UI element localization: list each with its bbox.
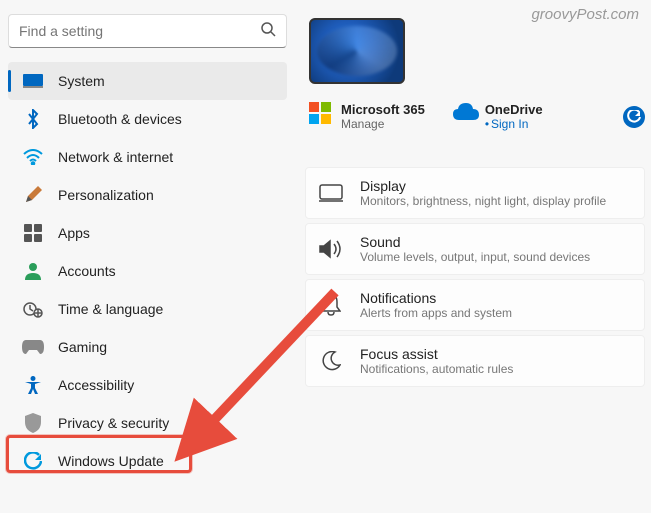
card-desc: Alerts from apps and system (360, 306, 512, 320)
main-content: Microsoft 365 Manage OneDrive •Sign In D… (295, 4, 651, 513)
search-input[interactable] (19, 23, 260, 39)
sidebar-item-label: Time & language (58, 301, 279, 317)
person-icon (22, 260, 44, 282)
sidebar-item-label: Network & internet (58, 149, 279, 165)
settings-cards: Display Monitors, brightness, night ligh… (305, 167, 645, 387)
card-desc: Notifications, automatic rules (360, 362, 513, 376)
onedrive-icon (453, 102, 477, 126)
sidebar-item-bluetooth[interactable]: Bluetooth & devices (8, 100, 287, 138)
account-subtext: Manage (341, 117, 425, 131)
desktop-wallpaper-thumbnail[interactable] (309, 18, 405, 84)
search-box[interactable] (8, 14, 287, 48)
sidebar-item-time-language[interactable]: Time & language (8, 290, 287, 328)
accounts-row: Microsoft 365 Manage OneDrive •Sign In (309, 102, 645, 131)
card-desc: Monitors, brightness, night light, displ… (360, 194, 606, 208)
bell-icon (318, 292, 344, 318)
sidebar-item-label: Gaming (58, 339, 279, 355)
sidebar-item-label: System (58, 73, 279, 89)
sound-icon (318, 236, 344, 262)
sidebar-item-privacy-security[interactable]: Privacy & security (8, 404, 287, 442)
brush-icon (22, 184, 44, 206)
sync-icon[interactable] (623, 106, 645, 128)
card-title: Sound (360, 234, 590, 250)
sidebar-item-label: Privacy & security (58, 415, 279, 431)
moon-icon (318, 348, 344, 374)
card-desc: Volume levels, output, input, sound devi… (360, 250, 590, 264)
nav-list: System Bluetooth & devices Network & int… (8, 62, 287, 480)
sidebar-item-system[interactable]: System (8, 62, 287, 100)
sidebar-item-network[interactable]: Network & internet (8, 138, 287, 176)
sidebar-item-accessibility[interactable]: Accessibility (8, 366, 287, 404)
sidebar-item-label: Apps (58, 225, 279, 241)
sidebar-item-label: Accounts (58, 263, 279, 279)
sidebar-item-label: Windows Update (58, 453, 279, 469)
shield-icon (22, 412, 44, 434)
sidebar-item-label: Accessibility (58, 377, 279, 393)
microsoft-365-tile[interactable]: Microsoft 365 Manage (309, 102, 425, 131)
card-sound[interactable]: Sound Volume levels, output, input, soun… (305, 223, 645, 275)
search-icon (260, 21, 276, 42)
bluetooth-icon (22, 108, 44, 130)
card-focus-assist[interactable]: Focus assist Notifications, automatic ru… (305, 335, 645, 387)
account-subtext: •Sign In (485, 117, 543, 131)
display-icon (318, 180, 344, 206)
sidebar-item-gaming[interactable]: Gaming (8, 328, 287, 366)
system-icon (22, 70, 44, 92)
sidebar-item-windows-update[interactable]: Windows Update (8, 442, 287, 480)
apps-icon (22, 222, 44, 244)
account-title: Microsoft 365 (341, 102, 425, 117)
sidebar-item-apps[interactable]: Apps (8, 214, 287, 252)
sidebar-item-label: Personalization (58, 187, 279, 203)
sidebar-item-accounts[interactable]: Accounts (8, 252, 287, 290)
watermark: groovyPost.com (531, 6, 639, 23)
card-title: Focus assist (360, 346, 513, 362)
onedrive-tile[interactable]: OneDrive •Sign In (453, 102, 543, 131)
sidebar-item-label: Bluetooth & devices (58, 111, 279, 127)
sidebar-item-personalization[interactable]: Personalization (8, 176, 287, 214)
card-notifications[interactable]: Notifications Alerts from apps and syste… (305, 279, 645, 331)
wifi-icon (22, 146, 44, 168)
gamepad-icon (22, 336, 44, 358)
sidebar: System Bluetooth & devices Network & int… (0, 4, 295, 513)
card-title: Notifications (360, 290, 512, 306)
account-title: OneDrive (485, 102, 543, 117)
microsoft-logo-icon (309, 102, 333, 126)
card-title: Display (360, 178, 606, 194)
clock-globe-icon (22, 298, 44, 320)
card-display[interactable]: Display Monitors, brightness, night ligh… (305, 167, 645, 219)
update-icon (22, 450, 44, 472)
accessibility-icon (22, 374, 44, 396)
